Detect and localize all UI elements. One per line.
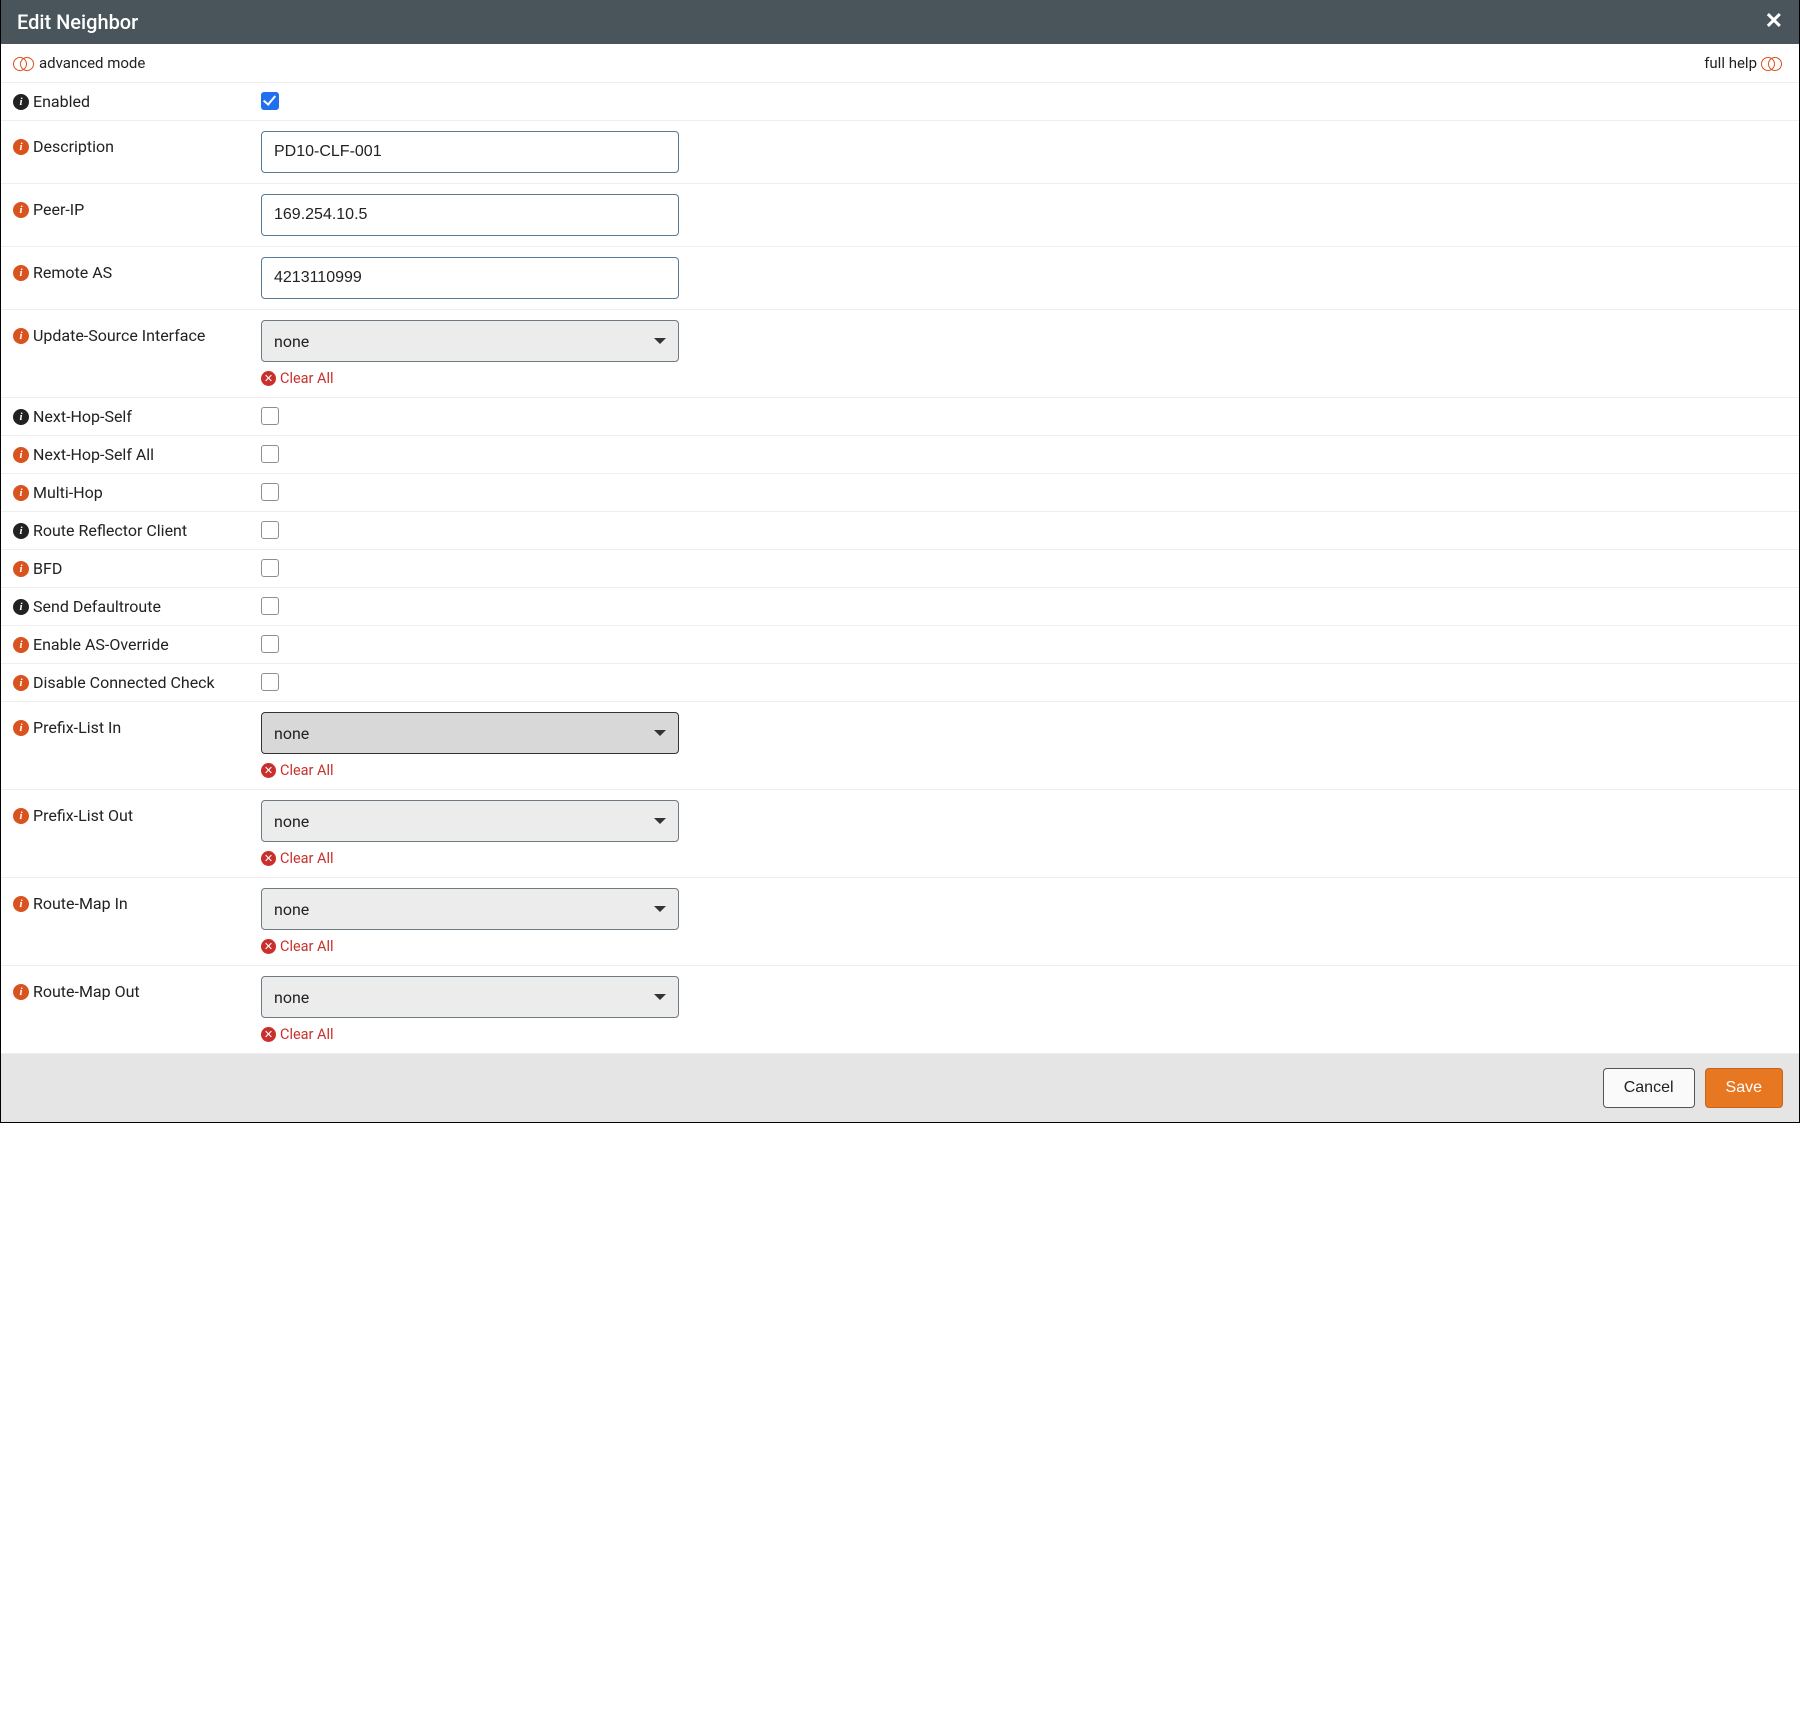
input-description[interactable] (261, 131, 679, 173)
checkbox-route-reflector[interactable] (261, 521, 279, 539)
clear-all-prefix-list-out[interactable]: ✕ Clear All (261, 850, 334, 867)
select-route-map-in[interactable]: none (261, 888, 679, 930)
row-next-hop-self-all: i Next-Hop-Self All (1, 436, 1799, 474)
info-icon[interactable]: i (13, 523, 29, 539)
label-update-source: i Update-Source Interface (13, 320, 261, 345)
info-icon[interactable]: i (13, 637, 29, 653)
save-button[interactable]: Save (1705, 1068, 1783, 1108)
close-icon[interactable]: ✕ (1765, 11, 1783, 33)
clear-icon: ✕ (261, 763, 276, 778)
chevron-down-icon (654, 818, 666, 824)
row-remote-as: i Remote AS (1, 247, 1799, 310)
row-as-override: i Enable AS-Override (1, 626, 1799, 664)
row-prefix-list-out: i Prefix-List Out none ✕ Clear All (1, 790, 1799, 878)
checkbox-multi-hop[interactable] (261, 483, 279, 501)
row-send-default: i Send Defaultroute (1, 588, 1799, 626)
select-route-map-out[interactable]: none (261, 976, 679, 1018)
clear-icon: ✕ (261, 371, 276, 386)
edit-neighbor-modal: Edit Neighbor ✕ advanced mode full help … (0, 0, 1800, 1123)
full-help-toggle[interactable]: full help (1704, 54, 1783, 72)
info-icon[interactable]: i (13, 808, 29, 824)
clear-icon: ✕ (261, 1027, 276, 1042)
toggle-icon (1761, 56, 1783, 70)
info-icon[interactable]: i (13, 720, 29, 736)
checkbox-as-override[interactable] (261, 635, 279, 653)
info-icon[interactable]: i (13, 265, 29, 281)
clear-icon: ✕ (261, 851, 276, 866)
clear-all-update-source[interactable]: ✕ Clear All (261, 370, 334, 387)
modal-title: Edit Neighbor (17, 10, 138, 34)
row-description: i Description (1, 121, 1799, 184)
mode-bar: advanced mode full help (1, 44, 1799, 83)
info-icon[interactable]: i (13, 984, 29, 1000)
info-icon[interactable]: i (13, 409, 29, 425)
info-icon[interactable]: i (13, 139, 29, 155)
chevron-down-icon (654, 730, 666, 736)
chevron-down-icon (654, 906, 666, 912)
label-remote-as: i Remote AS (13, 257, 261, 282)
row-next-hop-self: i Next-Hop-Self (1, 398, 1799, 436)
full-help-label: full help (1704, 54, 1757, 72)
clear-all-route-map-out[interactable]: ✕ Clear All (261, 1026, 334, 1043)
checkbox-bfd[interactable] (261, 559, 279, 577)
label-peer-ip: i Peer-IP (13, 194, 261, 219)
clear-icon: ✕ (261, 939, 276, 954)
select-prefix-list-out[interactable]: none (261, 800, 679, 842)
advanced-mode-label: advanced mode (39, 54, 145, 72)
row-route-reflector: i Route Reflector Client (1, 512, 1799, 550)
checkbox-enabled[interactable] (261, 92, 279, 110)
checkbox-disable-connected-check[interactable] (261, 673, 279, 691)
row-route-map-out: i Route-Map Out none ✕ Clear All (1, 966, 1799, 1054)
checkbox-next-hop-self[interactable] (261, 407, 279, 425)
clear-all-prefix-list-in[interactable]: ✕ Clear All (261, 762, 334, 779)
select-prefix-list-in[interactable]: none (261, 712, 679, 754)
info-icon[interactable]: i (13, 94, 29, 110)
row-enabled: i Enabled (1, 83, 1799, 121)
row-prefix-list-in: i Prefix-List In none ✕ Clear All (1, 702, 1799, 790)
row-bfd: i BFD (1, 550, 1799, 588)
info-icon[interactable]: i (13, 561, 29, 577)
input-remote-as[interactable] (261, 257, 679, 299)
label-enabled: i Enabled (13, 92, 261, 111)
checkbox-send-default[interactable] (261, 597, 279, 615)
chevron-down-icon (654, 338, 666, 344)
select-update-source[interactable]: none (261, 320, 679, 362)
toggle-icon (13, 56, 35, 70)
info-icon[interactable]: i (13, 485, 29, 501)
info-icon[interactable]: i (13, 896, 29, 912)
input-peer-ip[interactable] (261, 194, 679, 236)
advanced-mode-toggle[interactable]: advanced mode (13, 54, 145, 72)
info-icon[interactable]: i (13, 202, 29, 218)
row-multi-hop: i Multi-Hop (1, 474, 1799, 512)
row-update-source: i Update-Source Interface none ✕ Clear A… (1, 310, 1799, 398)
info-icon[interactable]: i (13, 675, 29, 691)
checkbox-next-hop-self-all[interactable] (261, 445, 279, 463)
info-icon[interactable]: i (13, 447, 29, 463)
label-description: i Description (13, 131, 261, 156)
info-icon[interactable]: i (13, 599, 29, 615)
clear-all-route-map-in[interactable]: ✕ Clear All (261, 938, 334, 955)
modal-footer: Cancel Save (1, 1054, 1799, 1122)
info-icon[interactable]: i (13, 328, 29, 344)
modal-header: Edit Neighbor ✕ (1, 0, 1799, 44)
chevron-down-icon (654, 994, 666, 1000)
row-route-map-in: i Route-Map In none ✕ Clear All (1, 878, 1799, 966)
row-peer-ip: i Peer-IP (1, 184, 1799, 247)
row-disable-connected-check: i Disable Connected Check (1, 664, 1799, 702)
cancel-button[interactable]: Cancel (1603, 1068, 1695, 1108)
